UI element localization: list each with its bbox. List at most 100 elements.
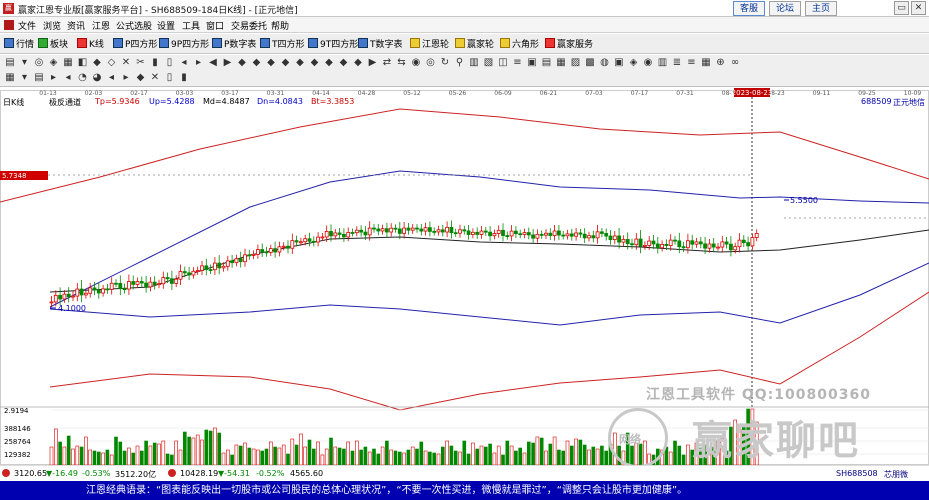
aux-tool-2-icon[interactable]: ▾ [19,72,31,84]
draw-tool-20-icon[interactable]: ◆ [280,57,292,69]
aux-tool-1-icon[interactable]: ▦ [4,72,16,84]
draw-tool-14-icon[interactable]: ▸ [193,57,205,69]
aux-tool-5-icon[interactable]: ◂ [62,72,74,84]
draw-tool-34-icon[interactable]: ▧ [483,57,495,69]
toolbar-9-button[interactable]: T数字表 [358,37,403,51]
menu-help[interactable]: 帮助 [271,19,289,32]
aux-tool-13-icon[interactable]: ▮ [178,72,190,84]
menu-gann[interactable]: 江恩 [92,19,110,32]
draw-tool-31-icon[interactable]: ↻ [439,57,451,69]
draw-tool-45-icon[interactable]: ◉ [642,57,654,69]
restore-button[interactable]: ▭ [894,1,909,15]
draw-tool-18-icon[interactable]: ◆ [251,57,263,69]
draw-tool-28-icon[interactable]: ⇆ [396,57,408,69]
draw-tool-22-icon[interactable]: ◆ [309,57,321,69]
toolbar-2-button[interactable]: 板块 [38,37,68,51]
sz-index-value[interactable]: 10428.19 [180,469,218,478]
draw-tool-33-icon[interactable]: ▥ [468,57,480,69]
toolbar-1-button[interactable]: 行情 [4,37,34,51]
draw-tool-13-icon[interactable]: ◂ [178,57,190,69]
draw-tool-23-icon[interactable]: ◆ [323,57,335,69]
toolbar-5-button[interactable]: 9P四方形 [159,37,209,51]
draw-tool-29-icon[interactable]: ◉ [410,57,422,69]
draw-tool-3-icon[interactable]: ◎ [33,57,45,69]
menu-tools[interactable]: 工具 [182,19,200,32]
draw-tool-19-icon[interactable]: ◆ [265,57,277,69]
draw-tool-10-icon[interactable]: ✂ [135,57,147,69]
draw-tool-26-icon[interactable]: ▶ [367,57,379,69]
toolbar-4-button[interactable]: P四方形 [113,37,157,51]
draw-tool-36-icon[interactable]: ≡ [512,57,524,69]
aux-tool-9-icon[interactable]: ▸ [120,72,132,84]
draw-tool-1-icon[interactable]: ▤ [4,57,16,69]
draw-tool-17-icon[interactable]: ◆ [236,57,248,69]
customer-service-link[interactable]: 客服 [733,1,766,16]
aux-tool-12-icon[interactable]: ▯ [164,72,176,84]
aux-tool-7-icon[interactable]: ◕ [91,72,103,84]
draw-tool-46-icon[interactable]: ▥ [657,57,669,69]
draw-tool-15-icon[interactable]: ◀ [207,57,219,69]
draw-tool-44-icon[interactable]: ◈ [628,57,640,69]
draw-tool-30-icon[interactable]: ◎ [425,57,437,69]
chart-canvas[interactable]: 01-13 02-03 02-17 03-03 03-17 03-31 04-14 04-28… [0,87,929,465]
draw-tool-48-icon[interactable]: ≡ [686,57,698,69]
forum-link[interactable]: 论坛 [769,1,802,16]
draw-tool-21-icon[interactable]: ◆ [294,57,306,69]
draw-tool-39-icon[interactable]: ▦ [555,57,567,69]
draw-tool-6-icon[interactable]: ◧ [77,57,89,69]
draw-tool-12-icon[interactable]: ▯ [164,57,176,69]
right-stock-code[interactable]: SH688508 [836,469,878,478]
toolbar-10-button[interactable]: 江恩轮 [410,37,449,51]
draw-tool-16-icon[interactable]: ▶ [222,57,234,69]
menu-file[interactable]: 文件 [18,19,36,32]
draw-tool-49-icon[interactable]: ▦ [700,57,712,69]
draw-tool-11-icon[interactable]: ▮ [149,57,161,69]
draw-tool-8-icon[interactable]: ◇ [106,57,118,69]
draw-tool-27-icon[interactable]: ⇄ [381,57,393,69]
kline-chart[interactable]: 01-13 02-03 02-17 03-03 03-17 03-31 04-14 04-28… [0,87,929,482]
draw-tool-38-icon[interactable]: ▤ [541,57,553,69]
toolbar-6-button[interactable]: P数字表 [212,37,256,51]
menu-settings[interactable]: 设置 [157,19,175,32]
draw-tool-5-icon[interactable]: ▦ [62,57,74,69]
menu-trade[interactable]: 交易委托 [231,19,267,32]
draw-tool-25-icon[interactable]: ◆ [352,57,364,69]
app-menu-icon[interactable] [4,20,14,30]
close-button[interactable]: ✕ [911,1,926,15]
draw-tool-4-icon[interactable]: ◈ [48,57,60,69]
menu-info[interactable]: 资讯 [67,19,85,32]
toolbar-12-button[interactable]: 六角形 [500,37,539,51]
aux-tool-6-icon[interactable]: ◔ [77,72,89,84]
draw-tool-50-icon[interactable]: ⊕ [715,57,727,69]
sh-index-value[interactable]: 3120.65 [14,469,47,478]
aux-tool-10-icon[interactable]: ◆ [135,72,147,84]
menu-formula[interactable]: 公式选股 [116,19,152,32]
draw-tool-40-icon[interactable]: ▨ [570,57,582,69]
draw-tool-2-icon[interactable]: ▾ [19,57,31,69]
candle-body [651,240,656,245]
toolbar-7-button[interactable]: T四方形 [260,37,305,51]
aux-tool-4-icon[interactable]: ▸ [48,72,60,84]
draw-tool-51-icon[interactable]: ∞ [729,57,741,69]
menu-browse[interactable]: 浏览 [43,19,61,32]
toolbar-8-button[interactable]: 9T四方形 [308,37,358,51]
draw-tool-42-icon[interactable]: ◍ [599,57,611,69]
toolbar-11-button[interactable]: 赢家轮 [455,37,494,51]
draw-tool-24-icon[interactable]: ◆ [338,57,350,69]
aux-tool-8-icon[interactable]: ◂ [106,72,118,84]
draw-tool-7-icon[interactable]: ◆ [91,57,103,69]
draw-tool-41-icon[interactable]: ▩ [584,57,596,69]
toolbar-13-button[interactable]: 赢家服务 [545,37,593,51]
toolbar-3-button[interactable]: K线 [77,37,104,51]
aux-tool-3-icon[interactable]: ▤ [33,72,45,84]
draw-tool-9-icon[interactable]: ✕ [120,57,132,69]
right-stock-name[interactable]: 芯朋微 [884,469,908,480]
draw-tool-43-icon[interactable]: ▣ [613,57,625,69]
draw-tool-35-icon[interactable]: ◫ [497,57,509,69]
draw-tool-47-icon[interactable]: ≣ [671,57,683,69]
aux-tool-11-icon[interactable]: ✕ [149,72,161,84]
draw-tool-32-icon[interactable]: ⚲ [454,57,466,69]
draw-tool-37-icon[interactable]: ▣ [526,57,538,69]
home-link[interactable]: 主页 [805,1,838,16]
menu-window[interactable]: 窗口 [206,19,224,32]
